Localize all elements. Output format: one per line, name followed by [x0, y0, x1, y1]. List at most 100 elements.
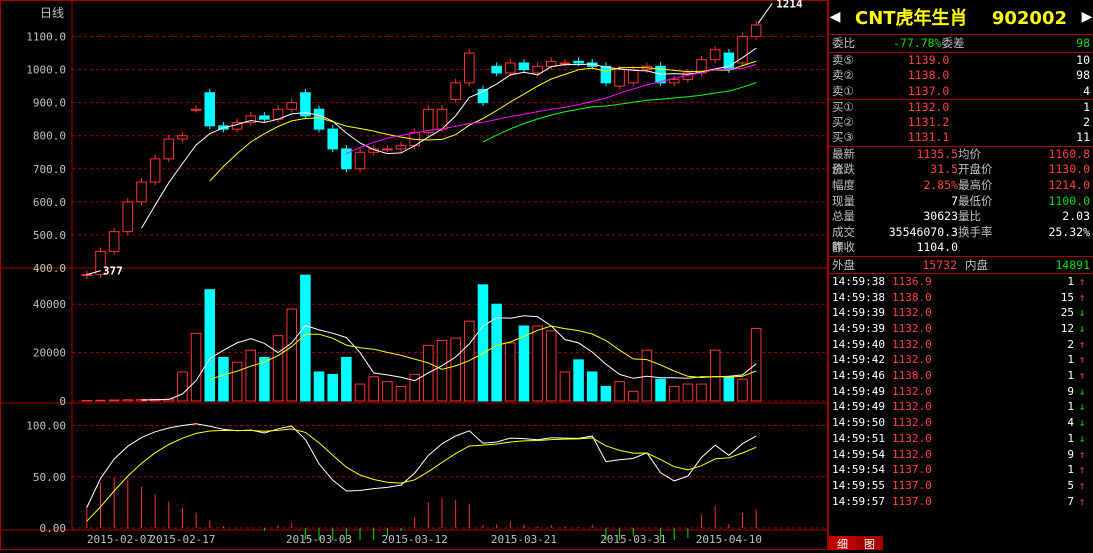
volume-axis-label: 20000 — [33, 347, 66, 360]
candle-body — [190, 108, 202, 111]
candle-body — [559, 62, 571, 65]
tick-list[interactable]: 14:59:38 1136.9 1 ↑ 14:59:38 1138.0 15 ↑ 14:59:3… — [829, 274, 1093, 509]
tick-price: 1137.0 — [892, 494, 932, 508]
candle-body — [354, 151, 366, 170]
tick-time: 14:59:40 — [832, 337, 885, 351]
stat-value: 1104.0 — [916, 240, 958, 255]
candle-body — [149, 158, 161, 183]
tick-price: 1132.0 — [892, 384, 932, 398]
volume-bar — [668, 385, 680, 402]
stat-value: 1214.0 — [1048, 177, 1090, 192]
candle-body — [450, 82, 461, 100]
stat-label: 幅度 — [832, 177, 855, 192]
inner-value: 14891 — [1055, 257, 1090, 272]
volume-bar — [259, 356, 270, 402]
volume-bar — [586, 371, 598, 402]
tick-time: 14:59:42 — [832, 353, 885, 367]
tick-price: 1132.0 — [892, 353, 932, 367]
sell-label: 卖⑤ — [832, 53, 854, 67]
stat-value: 30623 — [923, 209, 958, 224]
tick-price: 1138.0 — [892, 369, 932, 383]
inner-label: 内盘 — [965, 257, 988, 272]
buy-label: 买③ — [832, 130, 854, 145]
stat-row: 涨跌 31.5 开盘价 1130.0 — [829, 162, 1093, 178]
chart-frame — [0, 0, 828, 550]
candle-body — [600, 65, 612, 84]
volume-bar — [450, 337, 461, 402]
tab-chart[interactable]: 图 — [856, 536, 883, 551]
volume-bar — [313, 371, 325, 402]
candle-body — [750, 24, 762, 38]
candle-body — [737, 36, 748, 64]
volume-bar — [655, 378, 666, 402]
chart-svg[interactable]: 日线 1100.0 1000.0 900.0 800.0 700.0 600.0 500.0 4… — [0, 0, 828, 550]
indicator-axis-label: 0.00 — [40, 522, 67, 535]
high-marker-line — [757, 3, 773, 24]
tick-price: 1138.0 — [892, 290, 932, 304]
tick-time: 14:59:50 — [832, 416, 885, 430]
volume-bar — [477, 284, 489, 402]
volume-bar — [518, 325, 530, 402]
tab-detail[interactable]: 细 — [829, 536, 856, 551]
candle-body — [136, 181, 147, 203]
date-axis-label: 2015-02-07 — [87, 533, 153, 546]
tick-row: 14:59:57 1137.0 7 ↑ — [829, 494, 1093, 510]
volume-bar — [600, 385, 612, 402]
date-axis-label: 2015-04-10 — [696, 533, 762, 546]
tick-row: 14:59:50 1132.0 4 ↓ — [829, 415, 1093, 431]
buy-price: 1132.0 — [907, 99, 950, 114]
tick-volume: 4 — [1067, 416, 1074, 430]
volume-bar — [750, 327, 762, 402]
high-price-label: 1214 — [776, 0, 803, 10]
stat-row: 成交额 35546070.3 换手率 25.32% — [829, 225, 1093, 255]
tick-time: 14:59:38 — [832, 274, 885, 288]
tick-price: 1137.0 — [892, 478, 932, 492]
tick-volume: 9 — [1067, 447, 1074, 461]
volume-axis-label: 0 — [59, 395, 66, 408]
volume-axis-label: 40000 — [33, 298, 66, 311]
date-axis-label: 2015-03-12 — [382, 533, 448, 546]
sell-price: 1139.0 — [907, 53, 950, 67]
buy-price: 1131.2 — [907, 115, 950, 130]
candle-body — [382, 148, 393, 151]
volume-bar — [122, 399, 134, 402]
stock-name: CNT虎年生肖 — [855, 8, 968, 29]
volume-bar — [245, 349, 257, 402]
volume-bar — [368, 376, 379, 402]
tick-time: 14:59:49 — [832, 400, 885, 414]
tick-direction-icon: ↑ — [1078, 478, 1086, 492]
tick-volume: 7 — [1067, 494, 1074, 508]
price-axis-label: 600.0 — [33, 196, 66, 209]
tick-price: 1137.0 — [892, 463, 932, 477]
buy-label: 买② — [832, 115, 854, 130]
tick-row: 14:59:49 1132.0 1 ↓ — [829, 399, 1093, 415]
tick-time: 14:59:55 — [832, 478, 885, 492]
buy-label: 买① — [832, 99, 854, 114]
stat-label: 昨收 — [832, 240, 855, 255]
price-axis-label: 700.0 — [33, 163, 66, 176]
candle-body — [505, 62, 516, 74]
weibi-row: 委比 -77.78% 委差 98 — [829, 35, 1093, 52]
volume-bar — [682, 383, 694, 402]
tick-volume: 25 — [1060, 306, 1074, 320]
period-label: 日线 — [40, 6, 64, 20]
price-axis-label: 1100.0 — [26, 31, 66, 44]
volume-bar — [354, 383, 366, 402]
date-axis-label: 2015-03-31 — [600, 533, 666, 546]
sell-label: 卖② — [832, 68, 854, 83]
stat-value: 2.85% — [923, 177, 958, 192]
volume-bar — [559, 371, 571, 402]
buy-price: 1131.1 — [907, 130, 950, 145]
price-axis-label: 500.0 — [33, 229, 66, 242]
tick-volume: 1 — [1067, 274, 1074, 288]
tick-row: 14:59:55 1137.0 5 ↑ — [829, 478, 1093, 494]
buy-row: 买① 1132.0 1 — [829, 100, 1093, 115]
tick-time: 14:59:39 — [832, 322, 885, 335]
weibi-label: 委比 — [832, 36, 855, 50]
tick-time: 14:59:51 — [832, 431, 885, 445]
candle-body — [259, 115, 270, 120]
prev-stock-arrow-icon[interactable]: ◀ — [829, 9, 841, 25]
next-stock-arrow-icon[interactable]: ▶ — [1081, 9, 1093, 25]
kline-chart[interactable]: 日线 1100.0 1000.0 900.0 800.0 700.0 600.0 500.0 4… — [0, 0, 828, 550]
tick-volume: 9 — [1067, 384, 1074, 398]
